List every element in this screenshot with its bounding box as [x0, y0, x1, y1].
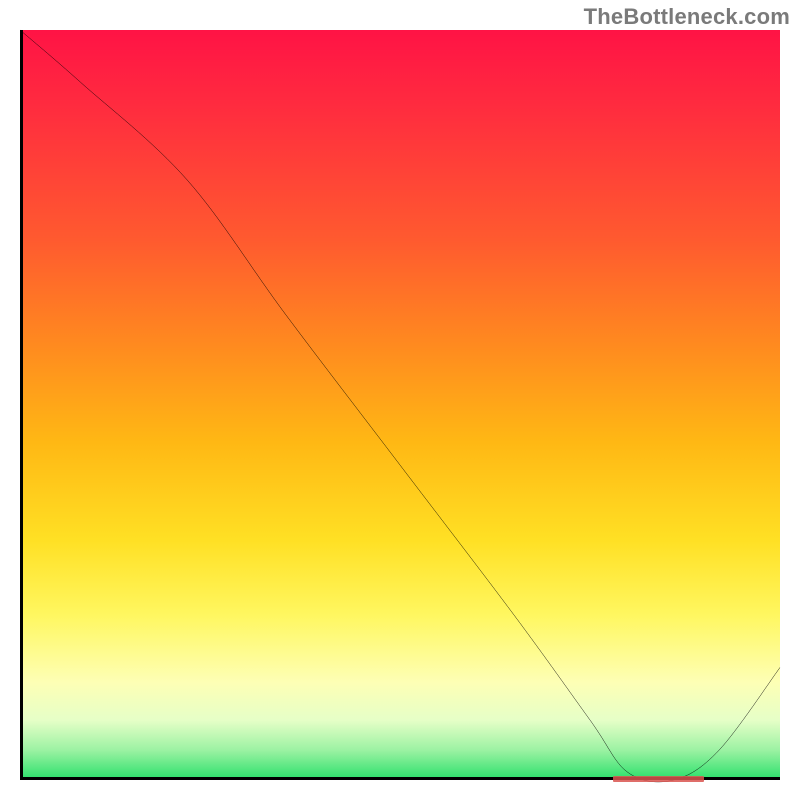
watermark-label: TheBottleneck.com: [584, 4, 790, 30]
chart-stage: TheBottleneck.com: [0, 0, 800, 800]
line-curve: [20, 30, 780, 780]
curve-path: [20, 30, 780, 782]
plot-area: [20, 30, 780, 780]
flat-region-marker: [613, 776, 704, 782]
